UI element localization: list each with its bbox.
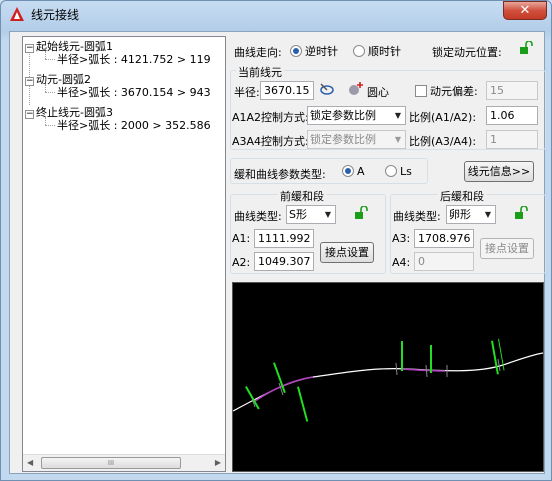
radius-label: 半径: <box>234 86 260 99</box>
tree-node-start-element[interactable]: − 起始线元-圆弧1 <box>25 40 113 54</box>
title-bar[interactable]: 线元接线 ✕ <box>1 1 551 27</box>
scroll-left-icon[interactable]: ◀ <box>27 458 33 467</box>
back-curve-type-select[interactable]: 卵形 ▼ <box>446 205 496 224</box>
ratio-a1a2-label: 比例(A1/A2): <box>409 111 477 124</box>
client-area: − 起始线元-圆弧1 半径>弧长 : 4121.752 > 119 − 动元-圆弧2… <box>9 31 546 474</box>
a3-input[interactable]: 1708.976 <box>414 229 474 248</box>
front-junction-settings-button[interactable]: 接点设置 <box>320 242 374 263</box>
a1-input[interactable]: 1111.992 <box>254 229 314 248</box>
element-info-button[interactable]: 线元信息>> <box>464 161 534 182</box>
front-curve-type-label: 曲线类型: <box>234 210 282 223</box>
cw-radio[interactable]: 顺时针 <box>353 43 401 59</box>
pick-tool-icon[interactable] <box>318 81 336 97</box>
station-labels <box>245 338 505 422</box>
radio-icon[interactable] <box>385 165 397 177</box>
preview-drawing <box>232 338 544 422</box>
front-easement-title: 前缓和段 <box>278 188 326 204</box>
a4-input[interactable]: 0 <box>414 252 474 271</box>
a3a4-mode-select[interactable]: 锁定参数比例 ▼ <box>307 130 406 149</box>
center-point-icon[interactable] <box>346 80 366 98</box>
a3a4-mode-label: A3A4控制方式: <box>232 135 309 148</box>
tree-leaf-end-params[interactable]: 半径>弧长 : 2000 > 352.586 <box>57 119 211 133</box>
window-title: 线元接线 <box>31 8 80 22</box>
a1a2-mode-select[interactable]: 锁定参数比例 ▼ <box>307 106 406 125</box>
easement-type-label: 缓和曲线参数类型: <box>234 168 326 181</box>
offset-input[interactable]: 15 <box>486 81 538 100</box>
lock-position-label: 锁定动元位置: <box>432 46 502 59</box>
tree-leaf-moving-params[interactable]: 半径>弧长 : 3670.154 > 943 <box>57 86 211 100</box>
a3-label: A3: <box>392 232 411 245</box>
collapse-icon[interactable]: − <box>25 110 34 119</box>
back-easement-title: 后缓和段 <box>438 188 486 204</box>
dialog-window: 线元接线 ✕ − 起始线元-圆弧1 半径>弧长 : 4121.752 > 119 … <box>0 0 552 481</box>
ccw-radio[interactable]: 逆时针 <box>290 43 338 59</box>
a1-label: A1: <box>232 232 251 245</box>
radio-selected-icon[interactable] <box>290 45 302 57</box>
tree-leaf-start-params[interactable]: 半径>弧长 : 4121.752 > 119 <box>57 53 211 67</box>
ratio-a3a4-label: 比例(A3/A4): <box>409 135 477 148</box>
ratio-a1a2-input[interactable]: 1.06 <box>486 106 538 125</box>
radio-selected-icon[interactable] <box>342 165 354 177</box>
checkbox-icon[interactable] <box>415 85 427 97</box>
a1a2-mode-label: A1A2控制方式: <box>232 111 309 124</box>
collapse-icon[interactable]: − <box>25 77 34 86</box>
tree-node-label: 终止线元-圆弧3 <box>36 106 113 119</box>
autocad-app-icon <box>10 7 24 21</box>
back-junction-settings-button[interactable]: 接点设置 <box>480 238 534 259</box>
offset-checkbox[interactable]: 动元偏差: <box>415 83 478 99</box>
unlock-icon[interactable] <box>519 41 533 55</box>
tree-node-end-element[interactable]: − 终止线元-圆弧3 <box>25 106 113 120</box>
dropdown-arrow-icon[interactable]: ▼ <box>321 206 335 223</box>
tree-node-label: 起始线元-圆弧1 <box>36 40 113 53</box>
front-curve-type-select[interactable]: S形 ▼ <box>286 205 336 224</box>
front-unlock-icon[interactable] <box>354 206 368 220</box>
current-element-title: 当前线元 <box>236 64 284 80</box>
dropdown-arrow-icon[interactable]: ▼ <box>391 131 405 148</box>
element-tree[interactable]: − 起始线元-圆弧1 半径>弧长 : 4121.752 > 119 − 动元-圆弧2… <box>22 36 226 472</box>
curve-preview-canvas[interactable] <box>232 282 544 472</box>
close-button[interactable]: ✕ <box>503 1 547 20</box>
dropdown-arrow-icon[interactable]: ▼ <box>391 107 405 124</box>
ratio-a3a4-input[interactable]: 1 <box>486 130 538 149</box>
center-label[interactable]: 圆心 <box>367 84 389 100</box>
direction-label: 曲线走向: <box>234 46 282 59</box>
radius-input[interactable]: 3670.15 <box>260 81 314 100</box>
param-ls-radio[interactable]: Ls <box>385 165 412 178</box>
radio-icon[interactable] <box>353 45 365 57</box>
tree-node-moving-element[interactable]: − 动元-圆弧2 <box>25 73 91 87</box>
param-a-radio[interactable]: A <box>342 165 365 178</box>
tree-node-label: 动元-圆弧2 <box>36 73 91 86</box>
a2-label: A2: <box>232 256 251 269</box>
back-unlock-icon[interactable] <box>514 206 528 220</box>
horizontal-scrollbar[interactable]: ◀ III ▶ <box>23 454 225 471</box>
back-curve-type-label: 曲线类型: <box>393 210 441 223</box>
scrollbar-thumb[interactable]: III <box>41 457 181 469</box>
collapse-icon[interactable]: − <box>25 44 34 53</box>
dropdown-arrow-icon[interactable]: ▼ <box>481 206 495 223</box>
scroll-right-icon[interactable]: ▶ <box>215 458 221 467</box>
a4-label: A4: <box>392 256 411 269</box>
a2-input[interactable]: 1049.307 <box>254 252 314 271</box>
